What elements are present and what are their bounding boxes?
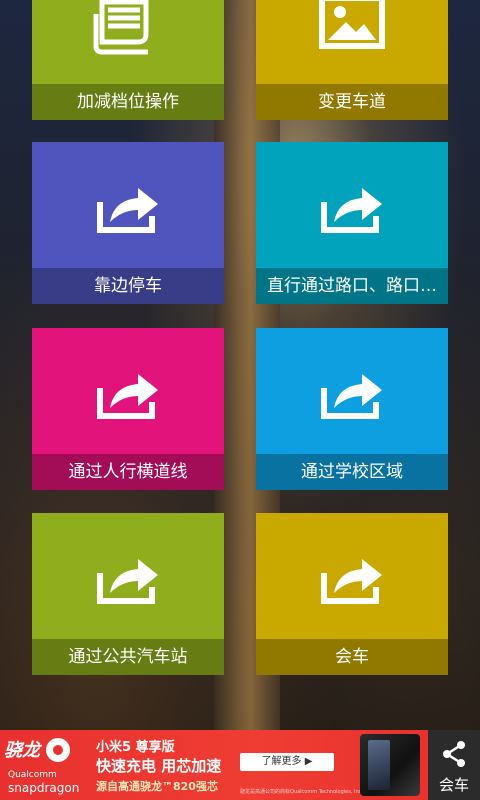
share-arrow-icon (321, 188, 382, 233)
tile-meeting-vehicle[interactable]: 会车 (256, 513, 448, 675)
ad-brand-snapdragon: snapdragon (8, 781, 80, 795)
tile-label: 通过公共汽车站 (32, 639, 224, 675)
share-arrow-icon (97, 559, 158, 604)
ad-headline: 小米5 尊享版 (96, 740, 175, 755)
tile-label: 直行通过路口、路口… (256, 268, 448, 304)
ad-brand-qualcomm: Qualcomm (8, 770, 57, 780)
tile-gear-operation[interactable]: 加减档位操作 (32, 0, 224, 120)
tile-label: 会车 (256, 639, 448, 675)
tile-go-straight-intersection[interactable]: 直行通过路口、路口… (256, 142, 448, 304)
newspaper-icon (93, 0, 149, 55)
tile-label: 靠边停车 (32, 268, 224, 304)
share-arrow-icon (321, 374, 382, 419)
share-arrow-icon (97, 188, 158, 233)
tile-bus-stop[interactable]: 通过公共汽车站 (32, 513, 224, 675)
tile-pull-over[interactable]: 靠边停车 (32, 142, 224, 304)
image-icon (319, 0, 385, 49)
tile-label: 通过学校区域 (256, 454, 448, 490)
ad-subline: 快速充电 用芯加速 (96, 757, 222, 775)
snapdragon-logo-icon (46, 738, 70, 762)
ad-banner[interactable]: 骁龙 Qualcomm snapdragon 小米5 尊享版 快速充电 用芯加速… (0, 730, 428, 800)
share-arrow-icon (321, 559, 382, 604)
tile-school-zone[interactable]: 通过学校区域 (256, 328, 448, 490)
share-icon (443, 741, 465, 767)
tile-label: 变更车道 (256, 84, 448, 120)
ad-fine-print: 骁龙是高通公司的商标Qualcomm Technologies, Inc.的产品 (240, 789, 378, 795)
tile-crosswalk[interactable]: 通过人行横道线 (32, 328, 224, 490)
ad-tagline: 源自高通骁龙™820强芯 (96, 780, 218, 793)
ad-phone-image (360, 734, 420, 796)
tile-label: 加减档位操作 (32, 84, 224, 120)
ad-learn-more-button[interactable]: 了解更多 ▶ (240, 753, 334, 771)
share-label: 会车 (438, 776, 469, 794)
tile-label: 通过人行横道线 (32, 454, 224, 490)
ad-brand-logo: 骁龙 (4, 740, 40, 761)
share-arrow-icon (97, 374, 158, 419)
share-button[interactable]: 会车 (428, 730, 480, 800)
tile-change-lane[interactable]: 变更车道 (256, 0, 448, 120)
